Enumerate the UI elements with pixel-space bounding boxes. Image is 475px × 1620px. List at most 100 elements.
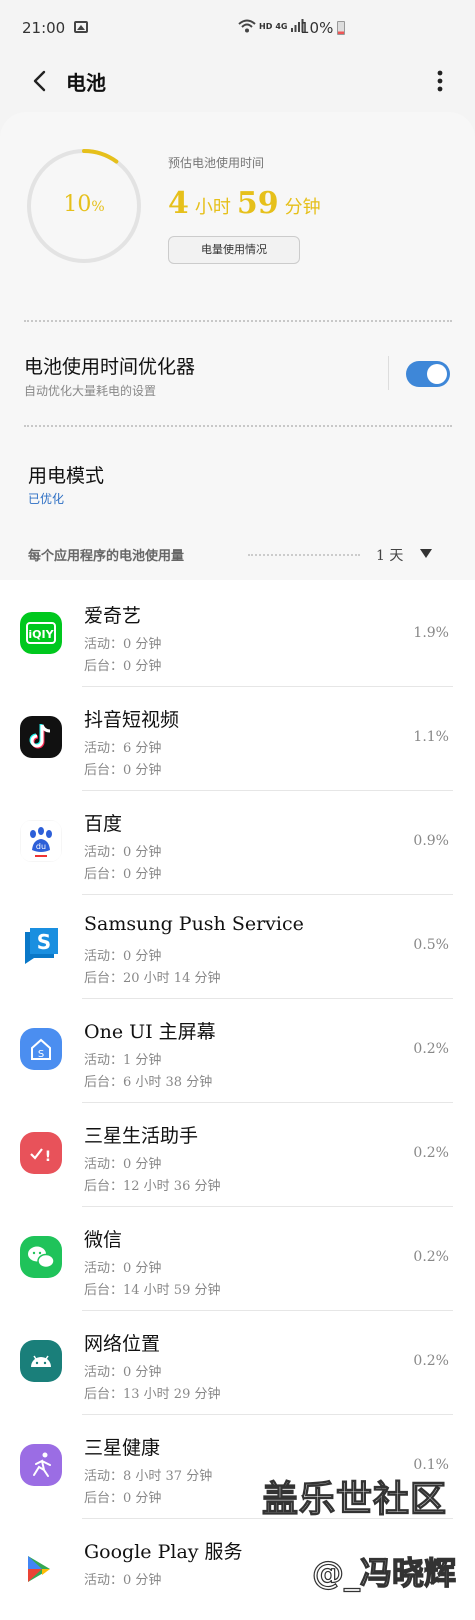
battery-percent-value: 10 — [63, 192, 92, 217]
iqiyi-icon: iQIY — [20, 612, 62, 654]
toggle-knob — [427, 364, 447, 384]
reminder-icon: ! — [20, 1132, 62, 1174]
list-item[interactable]: du 百度 活动：0 分钟 后台：0 分钟 0.9% — [0, 788, 475, 895]
app-usage-percent: 1.9% — [413, 625, 449, 641]
svg-text:S: S — [38, 1049, 44, 1060]
more-options-icon[interactable] — [430, 68, 450, 94]
list-item[interactable]: 网络位置 活动：0 分钟 后台：13 小时 29 分钟 0.2% — [0, 1308, 475, 1415]
gallery-notification-icon — [74, 21, 88, 33]
app-name: 抖音短视频 — [84, 709, 180, 731]
app-usage-percent: 0.2% — [413, 1041, 449, 1057]
power-mode-title[interactable]: 用电模式 — [28, 461, 104, 488]
app-name: 百度 — [84, 813, 123, 835]
svg-text:!: ! — [45, 1149, 51, 1165]
app-active-time: 活动：0 分钟 — [84, 1573, 162, 1588]
divider — [24, 320, 452, 322]
back-arrow-icon[interactable] — [28, 68, 54, 94]
samsung-health-icon — [20, 1444, 62, 1486]
svg-text:iQIY: iQIY — [28, 628, 54, 641]
app-name: 爱奇艺 — [84, 605, 142, 627]
wifi-icon — [238, 19, 256, 33]
app-active-time: 活动：0 分钟 — [84, 845, 162, 860]
app-background-time: 后台：0 分钟 — [84, 867, 162, 882]
app-background-time: 后台：20 小时 14 分钟 — [84, 971, 221, 986]
estimate-label: 预估电池使用时间 — [168, 156, 265, 170]
watermark-community: 盖乐世社区 — [261, 1478, 448, 1520]
app-name: 三星生活助手 — [84, 1125, 199, 1147]
google-play-services-icon — [20, 1548, 62, 1590]
android-icon — [20, 1340, 62, 1382]
app-active-time: 活动：6 分钟 — [84, 741, 162, 756]
estimate-minutes: 59 — [236, 186, 279, 221]
app-list: iQIY 爱奇艺 活动：0 分钟 后台：0 分钟 1.9% 抖音短视频 活动：6… — [0, 580, 475, 1620]
app-background-time: 后台：14 小时 59 分钟 — [84, 1283, 221, 1298]
list-item[interactable]: ! 三星生活助手 活动：0 分钟 后台：12 小时 36 分钟 0.2% — [0, 1100, 475, 1207]
baidu-icon: du — [20, 820, 62, 862]
app-usage-percent: 1.1% — [413, 729, 449, 745]
app-name: One UI 主屏幕 — [84, 1021, 216, 1043]
watermark-author: @_冯晓辉 — [311, 1553, 457, 1592]
status-icons: HD 4G — [238, 19, 304, 33]
estimate-hours-unit: 小时 — [194, 197, 231, 218]
dropdown-arrow-icon[interactable] — [420, 549, 432, 558]
estimate-minutes-unit: 分钟 — [284, 197, 321, 218]
app-background-time: 后台：12 小时 36 分钟 — [84, 1179, 221, 1194]
period-selector[interactable]: 1 天 — [376, 545, 403, 565]
app-name: Samsung Push Service — [84, 913, 304, 935]
estimate-hours: 4 — [168, 186, 189, 221]
hd-voice-icon: HD — [259, 21, 273, 31]
page-title: 电池 — [66, 71, 106, 95]
per-app-dotted-divider — [248, 554, 360, 556]
list-item[interactable]: 抖音短视频 活动：6 分钟 后台：0 分钟 1.1% — [0, 684, 475, 791]
app-name: 三星健康 — [84, 1437, 161, 1459]
app-usage-percent: 0.2% — [413, 1249, 449, 1265]
vertical-divider — [388, 356, 389, 390]
optimizer-title[interactable]: 电池使用时间优化器 — [24, 352, 195, 379]
app-name: 微信 — [84, 1229, 123, 1251]
app-active-time: 活动：0 分钟 — [84, 1365, 162, 1380]
estimate-value: 4 小时 59 分钟 — [168, 186, 327, 221]
list-item[interactable]: S One UI 主屏幕 活动：1 分钟 后台：6 小时 38 分钟 0.2% — [0, 996, 475, 1103]
app-background-time: 后台：0 分钟 — [84, 763, 162, 778]
power-mode-value: 已优化 — [28, 492, 65, 506]
app-usage-percent: 0.2% — [413, 1353, 449, 1369]
one-ui-home-icon: S — [20, 1028, 62, 1070]
app-usage-percent: 0.5% — [413, 937, 449, 953]
optimizer-subtitle: 自动优化大量耗电的设置 — [24, 384, 157, 398]
app-active-time: 活动：0 分钟 — [84, 1261, 162, 1276]
network-type-icon: 4G — [275, 21, 288, 31]
douyin-icon — [20, 716, 62, 758]
samsung-push-icon: S — [20, 924, 62, 966]
battery-icon — [337, 21, 345, 35]
app-usage-percent: 0.2% — [413, 1145, 449, 1161]
app-background-time: 后台：0 分钟 — [84, 1491, 162, 1506]
app-active-time: 活动：1 分钟 — [84, 1053, 162, 1068]
battery-percent: 10% — [26, 192, 142, 217]
battery-usage-button[interactable]: 电量使用情况 — [168, 236, 300, 264]
watermark: 盖乐世社区 @_冯晓辉 — [261, 1470, 475, 1620]
wechat-icon — [20, 1236, 62, 1278]
app-active-time: 活动：0 分钟 — [84, 1157, 162, 1172]
battery-percent-unit: % — [91, 199, 105, 215]
svg-text:S: S — [37, 930, 51, 954]
list-item[interactable]: S Samsung Push Service 活动：0 分钟 后台：20 小时 … — [0, 892, 475, 999]
app-background-time: 后台：13 小时 29 分钟 — [84, 1387, 221, 1402]
app-active-time: 活动：0 分钟 — [84, 637, 162, 652]
app-active-time: 活动：0 分钟 — [84, 949, 162, 964]
status-time: 21:00 — [22, 19, 66, 37]
list-item[interactable]: iQIY 爱奇艺 活动：0 分钟 后台：0 分钟 1.9% — [0, 580, 475, 687]
divider — [24, 425, 452, 427]
app-background-time: 后台：0 分钟 — [84, 659, 162, 674]
app-usage-percent: 0.9% — [413, 833, 449, 849]
status-battery-percent: 10% — [300, 19, 334, 37]
app-name: 网络位置 — [84, 1333, 161, 1355]
svg-text:du: du — [36, 842, 46, 851]
list-item[interactable]: 微信 活动：0 分钟 后台：14 小时 59 分钟 0.2% — [0, 1204, 475, 1311]
app-active-time: 活动：8 小时 37 分钟 — [84, 1469, 213, 1484]
status-bar: 21:00 HD 4G 10% — [0, 0, 475, 58]
optimizer-toggle[interactable] — [406, 361, 450, 387]
app-background-time: 后台：6 小时 38 分钟 — [84, 1075, 213, 1090]
per-app-usage-label: 每个应用程序的电池使用量 — [28, 549, 185, 564]
app-name: Google Play 服务 — [84, 1541, 243, 1563]
app-bar: 电池 — [0, 58, 475, 114]
